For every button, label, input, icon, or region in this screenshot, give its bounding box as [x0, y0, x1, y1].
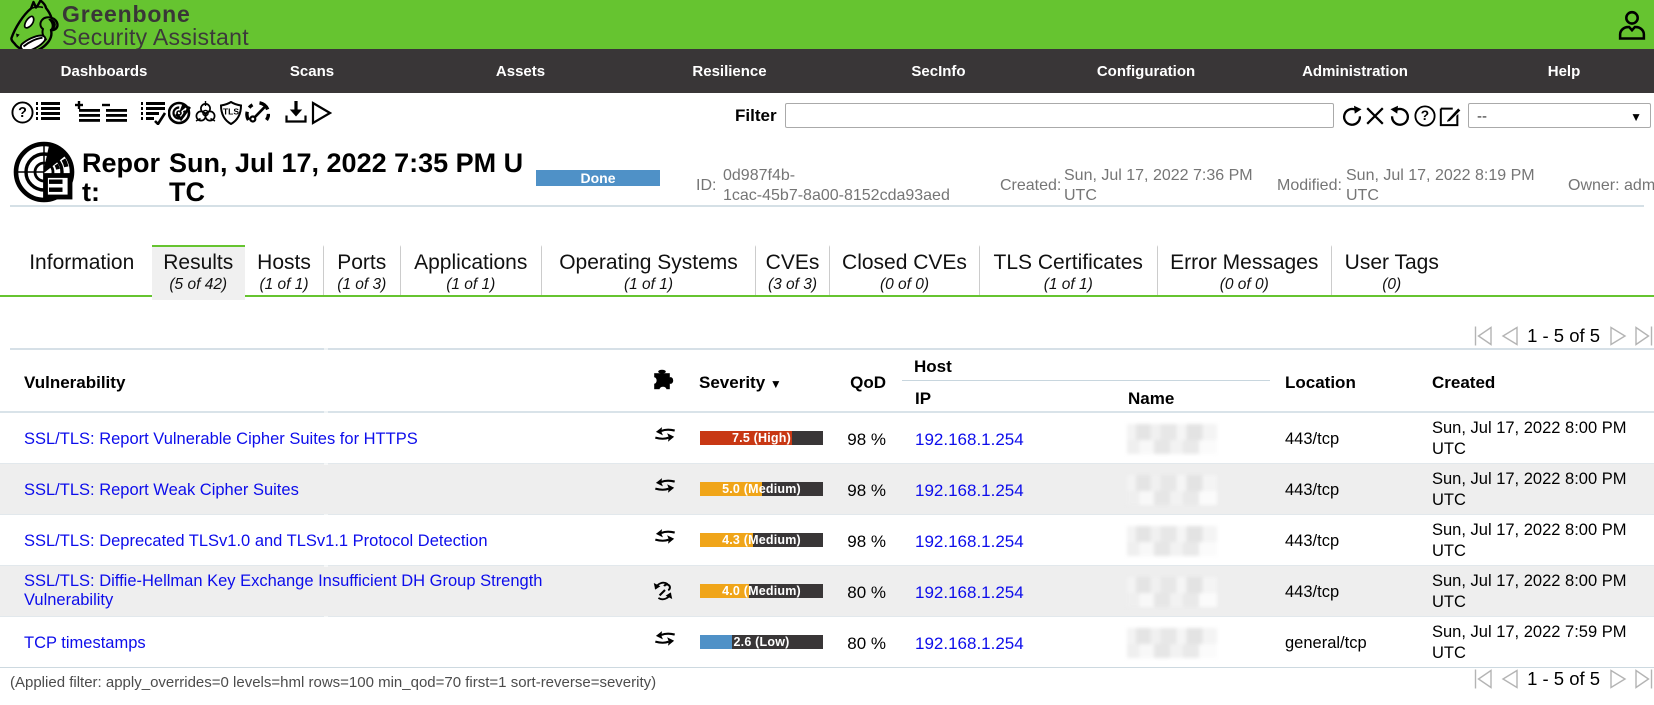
svg-text:?: ? [1421, 108, 1429, 123]
svg-text:TLS: TLS [223, 107, 239, 117]
svg-text:?: ? [18, 105, 27, 121]
